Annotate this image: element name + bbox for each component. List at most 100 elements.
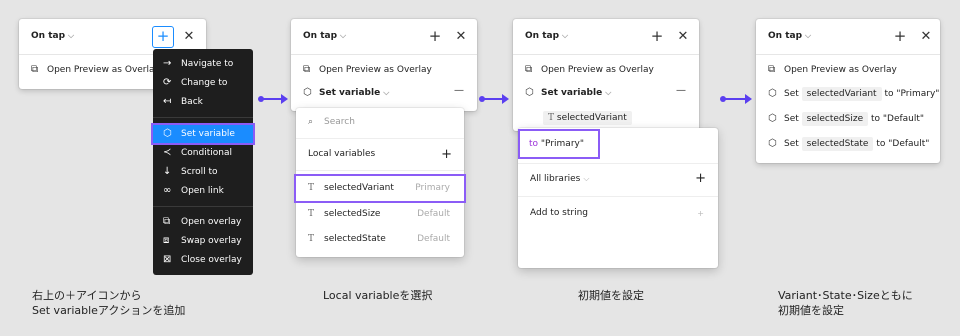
value-text: "Primary" (540, 139, 584, 149)
variable-name: selectedVariant (324, 183, 394, 193)
variable-chip[interactable]: selectedSize (801, 112, 869, 126)
caption-line: 初期値を設定 (778, 304, 844, 317)
search-field[interactable]: ⌕ Search (296, 110, 464, 135)
close-icon[interactable]: ✕ (451, 27, 471, 47)
close-overlay-icon: ⊠ (163, 254, 172, 265)
action-row-open-overlay[interactable]: ⧉ Open Preview as Overlay (768, 62, 897, 78)
open-overlay-icon: ⧉ (31, 64, 39, 75)
back-icon: ↤ (163, 96, 172, 107)
menu-item-navigate-to[interactable]: → Navigate to (153, 55, 253, 73)
set-variable-icon: ⬡ (163, 128, 172, 139)
variable-option-selectedState[interactable]: TselectedState Default (296, 227, 464, 252)
variable-name: selectedState (324, 234, 386, 244)
add-action-button[interactable]: + (647, 27, 667, 47)
close-icon[interactable]: ✕ (916, 27, 936, 47)
all-libraries-header[interactable]: All libraries ⌵ + (518, 166, 718, 191)
trigger-dropdown[interactable]: On tap ⌵ (31, 31, 74, 41)
chip-label: selectedVariant (556, 113, 627, 123)
menu-divider (153, 117, 253, 118)
menu-item-open-overlay[interactable]: ⧉ Open overlay (153, 213, 253, 231)
set-label: Set (784, 139, 799, 149)
chevron-down-icon: ⌵ (583, 174, 590, 183)
value-picker: to "Primary" All libraries ⌵ + Add to stri… (518, 128, 718, 268)
trigger-dropdown[interactable]: On tap ⌵ (303, 31, 346, 41)
remove-action-button[interactable]: — (454, 85, 464, 96)
remove-action-button[interactable]: — (676, 85, 686, 96)
add-action-button[interactable]: + (152, 26, 174, 48)
trigger-dropdown[interactable]: On tap ⌵ (768, 31, 811, 41)
menu-item-close-overlay[interactable]: ⊠ Close overlay (153, 251, 253, 269)
close-icon[interactable]: ✕ (179, 27, 199, 47)
search-placeholder: Search (324, 117, 355, 127)
caption-step-2: Local variableを選択 (323, 289, 433, 302)
search-icon: ⌕ (308, 117, 314, 127)
menu-item-scroll-to[interactable]: ↓ Scroll to (153, 163, 253, 181)
swap-icon: ⟳ (163, 77, 172, 88)
chevron-down-icon: ⌵ (605, 88, 612, 97)
trigger-label: On tap (303, 31, 338, 41)
value-label: to "Primary" (884, 89, 940, 99)
menu-item-swap-overlay[interactable]: ⧈ Swap overlay (153, 232, 253, 250)
menu-item-conditional[interactable]: ≺ Conditional (153, 144, 253, 162)
set-label: Set (784, 114, 799, 124)
action-row-open-overlay[interactable]: ⧉ Open Preview as Overlay (525, 62, 654, 78)
add-button[interactable]: + (695, 166, 706, 191)
panel-header: On tap ⌵ + ✕ (756, 19, 940, 55)
open-overlay-icon: ⧉ (303, 64, 311, 75)
menu-label: Close overlay (181, 255, 242, 265)
add-to-string-option[interactable]: Add to string + (518, 201, 718, 226)
action-row-set-variable[interactable]: ⬡ Set variable ⌵ (303, 85, 389, 101)
menu-item-set-variable[interactable]: ⬡ Set variable (151, 123, 255, 145)
value-label: to "Default" (871, 114, 925, 124)
action-menu: → Navigate to ⟳ Change to ↤ Back ⬡ Set varia… (151, 49, 255, 275)
variable-picker: ⌕ Search Local variables + TselectedVarian… (294, 108, 466, 257)
set-variable-icon: ⬡ (768, 138, 777, 149)
variable-chip[interactable]: selectedVariant (801, 87, 882, 101)
menu-label: Navigate to (181, 59, 234, 69)
trigger-dropdown[interactable]: On tap ⌵ (525, 31, 568, 41)
action-row-set-variable[interactable]: ⬡ Set selectedVariant to "Primary" (768, 86, 939, 102)
add-action-button[interactable]: + (425, 27, 445, 47)
flow-arrow (720, 94, 752, 104)
menu-label: Back (181, 97, 203, 107)
section-label: All libraries (530, 174, 581, 184)
open-overlay-icon: ⧉ (525, 64, 533, 75)
chevron-down-icon: ⌵ (340, 31, 347, 40)
add-icon: + (697, 209, 704, 218)
menu-item-back[interactable]: ↤ Back (153, 93, 253, 111)
menu-label: Conditional (181, 148, 232, 158)
action-label: Open Preview as Overlay (784, 65, 897, 75)
open-overlay-icon: ⧉ (163, 216, 171, 227)
set-variable-icon: ⬡ (303, 87, 312, 98)
caption-line: 右上の＋アイコンから (32, 289, 142, 302)
close-icon[interactable]: ✕ (673, 27, 693, 47)
text-type-icon: T (308, 209, 315, 219)
action-label: Open Preview as Overlay (319, 65, 432, 75)
menu-label: Set variable (181, 129, 235, 139)
add-variable-button[interactable]: + (441, 142, 452, 167)
caption-line: Set variableアクションを追加 (32, 304, 186, 317)
variable-chip[interactable]: selectedState (801, 137, 874, 151)
variable-chip[interactable]: T selectedVariant (543, 110, 632, 126)
action-row-open-overlay[interactable]: ⧉ Open Preview as Overlay (31, 62, 160, 78)
value-input[interactable]: to "Primary" (518, 129, 600, 159)
text-type-icon: T (548, 113, 557, 123)
interaction-panel-3: On tap ⌵ + ✕ ⧉ Open Preview as Overlay ⬡ Se… (513, 19, 699, 131)
panel-header: On tap ⌵ + ✕ (291, 19, 477, 55)
caption-step-1: 右上の＋アイコンから Set variableアクションを追加 (32, 288, 185, 318)
menu-item-change-to[interactable]: ⟳ Change to (153, 74, 253, 92)
set-variable-icon: ⬡ (525, 87, 534, 98)
chevron-down-icon: ⌵ (805, 31, 812, 40)
action-row-set-variable[interactable]: ⬡ Set selectedSize to "Default" (768, 111, 924, 127)
link-icon: ∞ (163, 185, 172, 196)
add-action-button[interactable]: + (890, 27, 910, 47)
panel-header: On tap ⌵ + ✕ (513, 19, 699, 55)
variable-option-selectedVariant[interactable]: TselectedVariant Primary (294, 174, 466, 203)
action-row-set-variable[interactable]: ⬡ Set selectedState to "Default" (768, 136, 929, 152)
menu-item-open-link[interactable]: ∞ Open link (153, 182, 253, 200)
action-row-set-variable[interactable]: ⬡ Set variable ⌵ (525, 85, 611, 101)
scroll-icon: ↓ (163, 166, 172, 177)
open-overlay-icon: ⧉ (768, 64, 776, 75)
variable-option-selectedSize[interactable]: TselectedSize Default (296, 202, 464, 227)
action-row-open-overlay[interactable]: ⧉ Open Preview as Overlay (303, 62, 432, 78)
